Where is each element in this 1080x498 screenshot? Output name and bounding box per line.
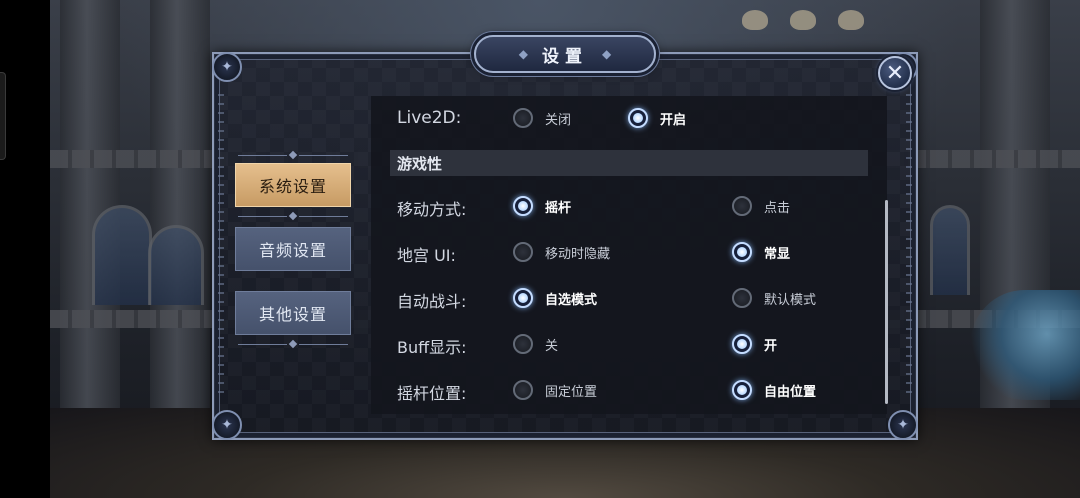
section-header-bar xyxy=(390,150,868,176)
option-label: 关 xyxy=(545,338,559,354)
section-title: 游戏性 xyxy=(397,155,443,173)
radio-button xyxy=(732,288,752,308)
dungeon-ui-option-hide[interactable]: 移动时隐藏 xyxy=(513,242,610,262)
auto-battle-option-default[interactable]: 默认模式 xyxy=(732,288,816,308)
corner-ornament-icon xyxy=(888,410,918,440)
option-label: 自选模式 xyxy=(545,292,598,308)
title-ornament-icon: ◆ xyxy=(602,47,612,61)
close-x-icon: ✕ xyxy=(885,60,905,86)
radio-button-selected xyxy=(513,288,533,308)
auto-battle-option-custom[interactable]: 自选模式 xyxy=(513,288,597,308)
tab-divider xyxy=(238,150,348,160)
option-label: 开启 xyxy=(660,112,687,128)
option-label: 默认模式 xyxy=(764,292,817,308)
content-scrollbar[interactable] xyxy=(885,200,888,404)
option-label: 开 xyxy=(764,338,778,354)
background-window xyxy=(92,205,152,305)
live2d-option-on[interactable]: 开启 xyxy=(628,108,686,128)
frame-edge-dots xyxy=(906,94,912,398)
option-label: 常显 xyxy=(764,246,791,262)
close-button[interactable]: ✕ xyxy=(878,56,912,90)
frame-edge-dots xyxy=(218,94,224,398)
dialog-title: 设置 xyxy=(542,46,588,67)
tab-divider xyxy=(238,339,348,349)
radio-button xyxy=(513,242,533,262)
radio-button-selected xyxy=(513,196,533,216)
radio-button-selected xyxy=(732,242,752,262)
background-fountain xyxy=(970,290,1080,400)
background-skull xyxy=(838,10,864,30)
radio-button xyxy=(513,380,533,400)
screen-edge-strip xyxy=(0,0,50,498)
buff-display-option-on[interactable]: 开 xyxy=(732,334,777,354)
radio-button-selected xyxy=(732,380,752,400)
corner-ornament-icon xyxy=(212,410,242,440)
option-label: 点击 xyxy=(764,200,791,216)
option-label: 移动时隐藏 xyxy=(545,246,611,262)
tab-other-settings[interactable]: 其他设置 xyxy=(235,291,351,335)
tab-system-settings[interactable]: 系统设置 xyxy=(235,163,351,207)
live2d-option-off[interactable]: 关闭 xyxy=(513,108,571,128)
move-mode-option-joystick[interactable]: 摇杆 xyxy=(513,196,571,216)
option-label: 摇杆 xyxy=(545,200,572,216)
background-skull xyxy=(790,10,816,30)
buff-display-option-off[interactable]: 关 xyxy=(513,334,558,354)
dialog-title-plaque: ◆ 设置 ◆ xyxy=(474,35,656,73)
device-notch xyxy=(0,72,6,160)
option-label: 固定位置 xyxy=(545,384,598,400)
auto-battle-label: 自动战斗: xyxy=(397,292,467,311)
buff-display-label: Buff显示: xyxy=(397,338,467,357)
background-window xyxy=(148,225,204,305)
background-skull xyxy=(742,10,768,30)
option-label: 关闭 xyxy=(545,112,572,128)
background-window xyxy=(930,205,970,295)
radio-button-selected xyxy=(628,108,648,128)
title-ornament-icon: ◆ xyxy=(518,47,528,61)
dungeon-ui-label: 地宫 UI: xyxy=(397,246,456,265)
corner-ornament-icon xyxy=(212,52,242,82)
radio-button xyxy=(732,196,752,216)
radio-button-selected xyxy=(732,334,752,354)
joystick-position-option-fixed[interactable]: 固定位置 xyxy=(513,380,597,400)
joystick-position-option-free[interactable]: 自由位置 xyxy=(732,380,816,400)
radio-button xyxy=(513,108,533,128)
joystick-position-label: 摇杆位置: xyxy=(397,384,467,403)
move-mode-label: 移动方式: xyxy=(397,200,467,219)
dungeon-ui-option-show[interactable]: 常显 xyxy=(732,242,790,262)
live2d-label: Live2D: xyxy=(397,108,462,128)
tab-divider xyxy=(238,211,348,221)
move-mode-option-tap[interactable]: 点击 xyxy=(732,196,790,216)
tab-audio-settings[interactable]: 音频设置 xyxy=(235,227,351,271)
option-label: 自由位置 xyxy=(764,384,817,400)
radio-button xyxy=(513,334,533,354)
